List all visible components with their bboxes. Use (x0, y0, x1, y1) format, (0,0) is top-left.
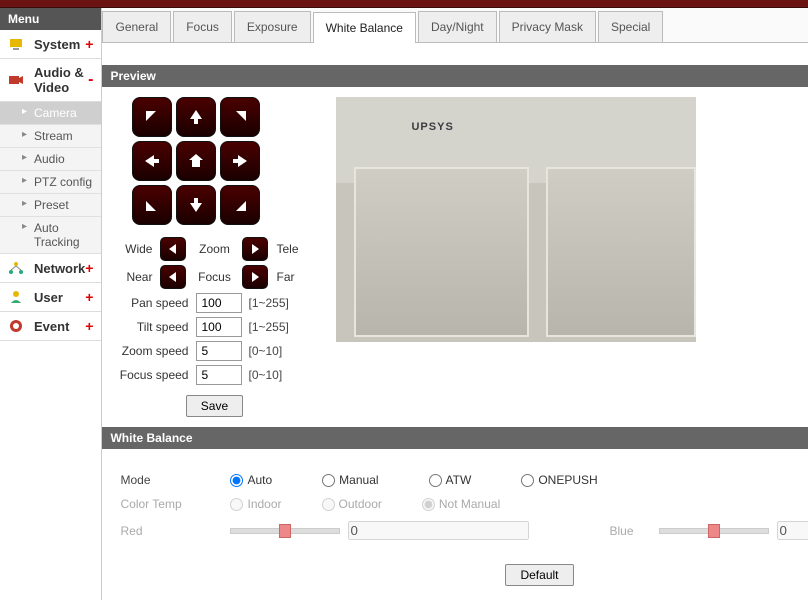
save-button[interactable]: Save (186, 395, 243, 417)
tab-day-night[interactable]: Day/Night (418, 11, 497, 42)
blue-label: Blue (609, 524, 659, 538)
expand-icon: + (85, 36, 93, 52)
focus-label: Focus (194, 270, 234, 284)
menu-group-audiovideo[interactable]: Audio & Video - (0, 59, 101, 102)
ptz-down-right-button[interactable] (220, 185, 260, 225)
tab-focus[interactable]: Focus (173, 11, 232, 42)
event-icon (8, 318, 24, 334)
tilt-speed-range: [1~255] (242, 320, 300, 334)
page-title: White Balance (102, 43, 808, 65)
wide-label: Wide (112, 242, 152, 256)
zoom-speed-range: [0~10] (242, 344, 300, 358)
pan-speed-input[interactable] (196, 293, 242, 313)
red-label: Red (120, 524, 230, 538)
preview-header: Preview (102, 65, 808, 87)
ptz-up-left-button[interactable] (132, 97, 172, 137)
zoom-speed-label: Zoom speed (116, 344, 196, 358)
colortemp-outdoor-radio: Outdoor (322, 497, 382, 511)
pan-speed-range: [1~255] (242, 296, 300, 310)
slider-thumb (279, 524, 291, 538)
focus-speed-range: [0~10] (242, 368, 300, 382)
sidebar-item-auto-tracking[interactable]: Auto Tracking (0, 217, 101, 254)
blue-value-input (777, 521, 808, 540)
tilt-speed-label: Tilt speed (116, 320, 196, 334)
wb-header: White Balance (102, 427, 808, 449)
app-top-bar (0, 0, 808, 8)
zoom-in-button[interactable] (242, 237, 268, 261)
tab-exposure[interactable]: Exposure (234, 11, 311, 42)
menu-group-user[interactable]: User + (0, 283, 101, 312)
collapse-icon: - (88, 71, 93, 89)
far-label: Far (276, 270, 316, 284)
menu-group-system[interactable]: System + (0, 30, 101, 59)
ptz-up-right-button[interactable] (220, 97, 260, 137)
tele-label: Tele (276, 242, 316, 256)
sidebar-item-ptz-config[interactable]: PTZ config (0, 171, 101, 194)
main-content: General Focus Exposure White Balance Day… (102, 8, 808, 600)
zoom-label: Zoom (194, 242, 234, 256)
red-value-input (348, 521, 529, 540)
zoom-speed-input[interactable] (196, 341, 242, 361)
menu-group-event[interactable]: Event + (0, 312, 101, 341)
expand-icon: + (85, 318, 93, 334)
menu-group-network[interactable]: Network + (0, 254, 101, 283)
tab-special[interactable]: Special (598, 11, 663, 42)
blue-slider (659, 528, 769, 534)
focus-near-button[interactable] (160, 265, 186, 289)
sidebar-item-audio[interactable]: Audio (0, 148, 101, 171)
expand-icon: + (85, 260, 93, 276)
audiovideo-subitems: Camera Stream Audio PTZ config Preset Au… (0, 102, 101, 254)
red-slider (230, 528, 340, 534)
colortemp-label: Color Temp (120, 497, 230, 511)
tab-privacy-mask[interactable]: Privacy Mask (499, 11, 596, 42)
ptz-left-button[interactable] (132, 141, 172, 181)
tilt-speed-input[interactable] (196, 317, 242, 337)
network-icon (8, 260, 24, 276)
video-pane (546, 167, 696, 337)
ptz-down-left-button[interactable] (132, 185, 172, 225)
default-button[interactable]: Default (505, 564, 573, 586)
colortemp-indoor-radio: Indoor (230, 497, 281, 511)
video-watermark: UPSYS (411, 121, 453, 133)
audiovideo-icon (8, 72, 24, 88)
mode-auto-radio[interactable]: Auto (230, 473, 272, 487)
ptz-home-button[interactable] (176, 141, 216, 181)
tab-general[interactable]: General (102, 11, 171, 42)
user-icon (8, 289, 24, 305)
focus-far-button[interactable] (242, 265, 268, 289)
ptz-down-button[interactable] (176, 185, 216, 225)
mode-onepush-radio[interactable]: ONEPUSH (521, 473, 597, 487)
sidebar-item-preset[interactable]: Preset (0, 194, 101, 217)
ptz-right-button[interactable] (220, 141, 260, 181)
tab-white-balance[interactable]: White Balance (313, 12, 416, 43)
sidebar-item-stream[interactable]: Stream (0, 125, 101, 148)
colortemp-not-manual-radio: Not Manual (422, 497, 500, 511)
slider-thumb (708, 524, 720, 538)
focus-speed-input[interactable] (196, 365, 242, 385)
video-preview: UPSYS (336, 97, 696, 342)
expand-icon: + (85, 289, 93, 305)
menu-header: Menu (0, 8, 101, 30)
mode-manual-radio[interactable]: Manual (322, 473, 378, 487)
focus-speed-label: Focus speed (116, 368, 196, 382)
mode-label: Mode (120, 473, 230, 487)
ptz-dpad (132, 97, 316, 225)
ptz-up-button[interactable] (176, 97, 216, 137)
tabs: General Focus Exposure White Balance Day… (102, 8, 808, 43)
system-icon (8, 36, 24, 52)
sidebar: Menu System + Audio & Video - Camera Str… (0, 8, 102, 600)
video-pane (354, 167, 529, 337)
sidebar-item-camera[interactable]: Camera (0, 102, 101, 125)
pan-speed-label: Pan speed (116, 296, 196, 310)
ptz-controls: Wide Zoom Tele Near Focus Far Pan speed (112, 97, 316, 417)
zoom-out-button[interactable] (160, 237, 186, 261)
mode-atw-radio[interactable]: ATW (429, 473, 472, 487)
near-label: Near (112, 270, 152, 284)
